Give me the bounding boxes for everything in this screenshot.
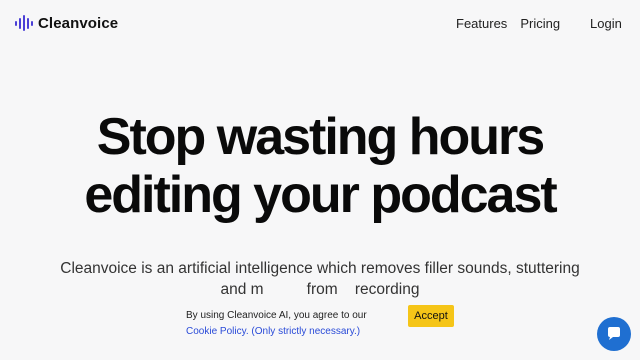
soundwave-bars-icon (14, 14, 34, 32)
cookie-text: By using Cleanvoice AI, you agree to our… (186, 308, 396, 340)
cookie-policy-link[interactable]: Cookie Policy. (186, 326, 249, 337)
hero-subtitle-line-2: and m from recording (220, 281, 420, 298)
chat-bubble-icon (606, 326, 622, 342)
nav-features-link[interactable]: Features (456, 16, 507, 31)
nav-login-link[interactable]: Login (590, 16, 622, 31)
hero-title: Stop wasting hours editing your podcast (0, 108, 640, 224)
brand-name: Cleanvoice (38, 14, 119, 32)
chat-widget-button[interactable] (597, 317, 631, 351)
nav-pricing-link[interactable]: Pricing (520, 16, 560, 31)
accept-cookies-button[interactable]: Accept (408, 305, 454, 327)
hero-subtitle-line-1: Cleanvoice is an artificial intelligence… (60, 260, 580, 277)
hero-subtitle: Cleanvoice is an artificial intelligence… (30, 258, 610, 300)
cookie-message: By using Cleanvoice AI, you agree to our (186, 310, 367, 321)
cookie-banner: By using Cleanvoice AI, you agree to our… (172, 300, 462, 348)
page: Cleanvoice Features Pricing Login Stop w… (0, 0, 640, 360)
hero-title-line-1: Stop wasting hours (96, 108, 545, 166)
header: Cleanvoice Features Pricing Login (0, 0, 640, 48)
main-nav: Features Pricing (456, 16, 560, 31)
cookie-note[interactable]: (Only strictly necessary.) (251, 326, 360, 337)
brand-logo-link[interactable]: Cleanvoice (14, 14, 118, 32)
hero-title-line-2: editing your podcast (84, 166, 557, 224)
